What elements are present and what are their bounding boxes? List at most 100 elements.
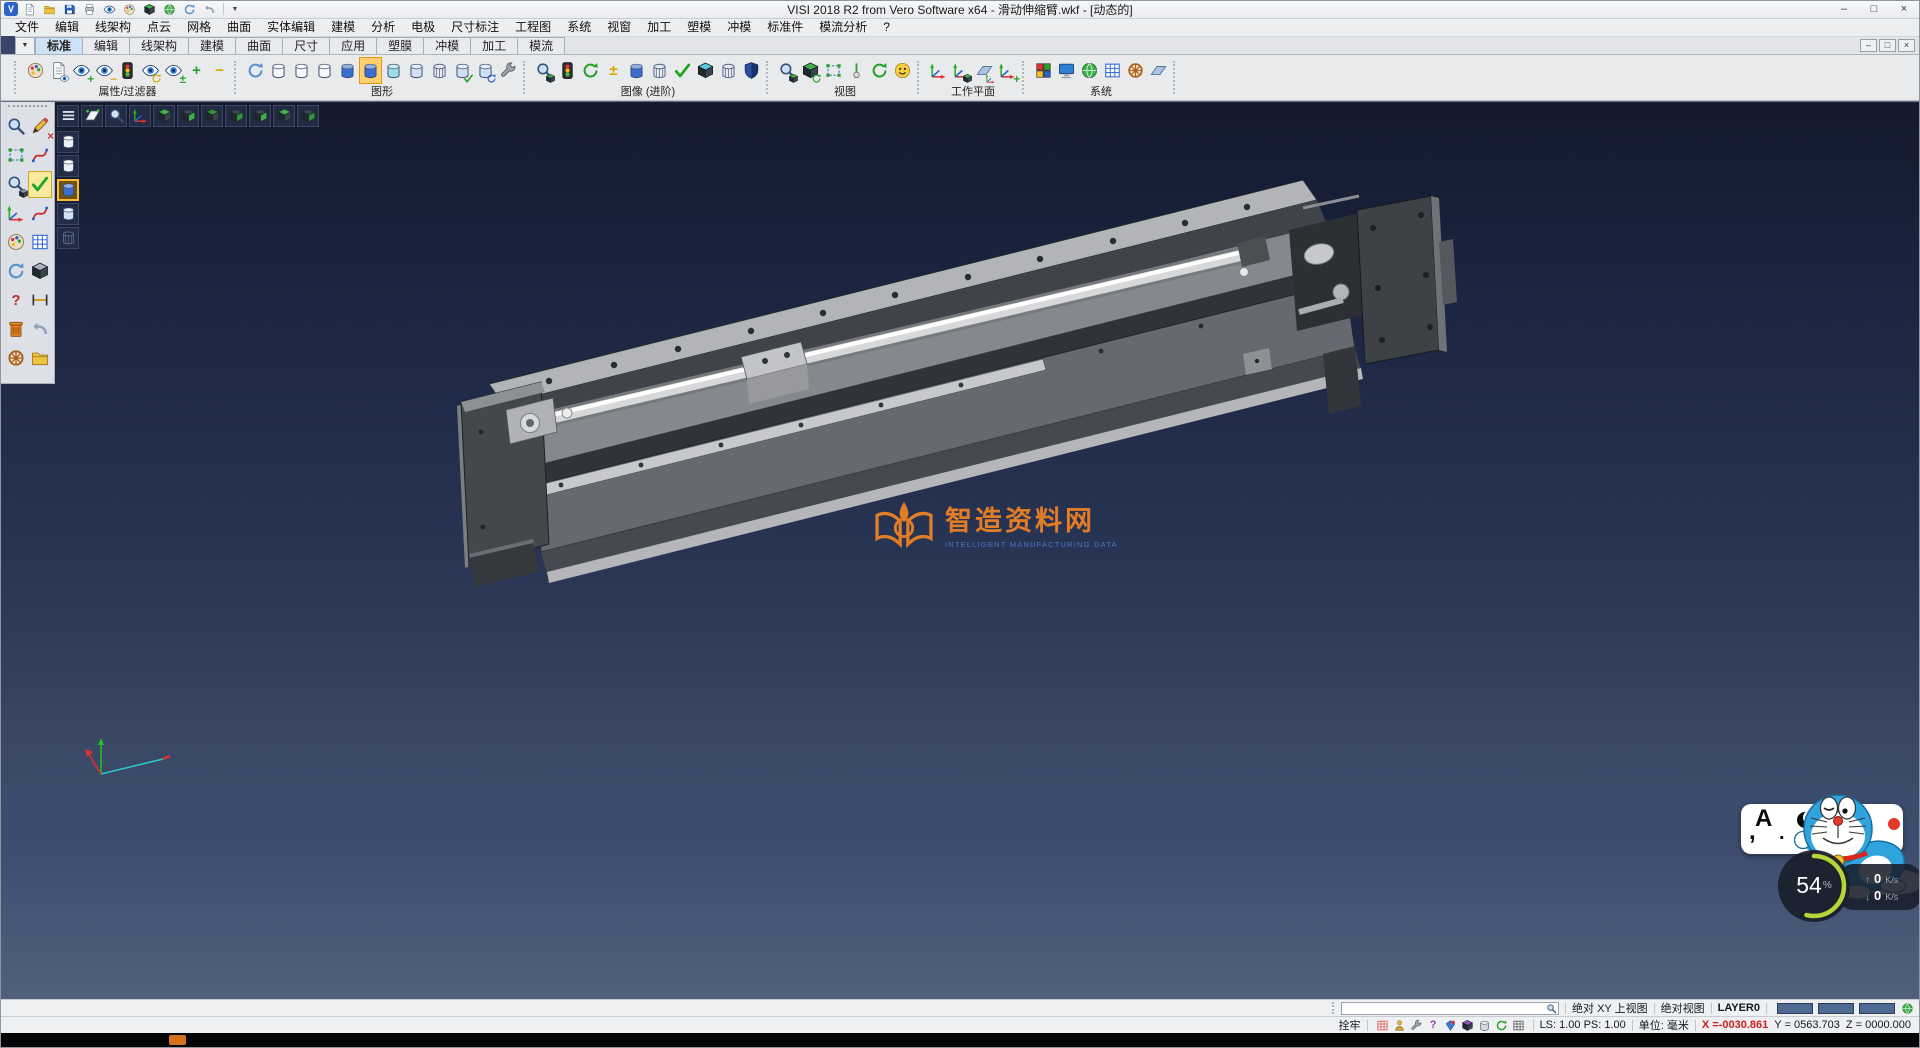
- graphics-settings-button[interactable]: [497, 57, 520, 84]
- transparent-mode-button[interactable]: [382, 57, 405, 84]
- view-front-button[interactable]: [177, 105, 199, 127]
- units-label[interactable]: 单位: 毫米: [1639, 1017, 1689, 1033]
- menu-surface[interactable]: 曲面: [219, 19, 259, 36]
- dock-solid-button[interactable]: [28, 258, 52, 285]
- menu-window[interactable]: 视窗: [599, 19, 639, 36]
- open-file-button[interactable]: [41, 2, 58, 17]
- dashed-mode-button[interactable]: [313, 57, 336, 84]
- dock-sketch-button[interactable]: ×: [28, 113, 52, 140]
- dock-refresh-button[interactable]: [4, 258, 28, 285]
- dock-window-button[interactable]: [28, 229, 52, 256]
- dock-delete-button[interactable]: [4, 316, 28, 343]
- taskbar-app-icon[interactable]: [169, 1035, 186, 1045]
- workplane-plane-button[interactable]: [973, 57, 996, 84]
- gem-snap-button[interactable]: [1442, 1018, 1459, 1033]
- close-button[interactable]: ×: [1889, 2, 1919, 17]
- refresh-view-button[interactable]: [868, 57, 891, 84]
- mdi-close-button[interactable]: ×: [1898, 39, 1915, 52]
- menu-solid-edit[interactable]: 实体编辑: [259, 19, 323, 36]
- workplane-axes-button[interactable]: [927, 57, 950, 84]
- wireframe-mode-button[interactable]: [267, 57, 290, 84]
- verify-shading-button[interactable]: [451, 57, 474, 84]
- minimize-button[interactable]: –: [1829, 2, 1859, 17]
- menu-dimension[interactable]: 尺寸标注: [443, 19, 507, 36]
- ghost-mode-button[interactable]: [405, 57, 428, 84]
- system-plane-button[interactable]: [1147, 57, 1170, 84]
- layer-swatch[interactable]: [1818, 1003, 1854, 1014]
- validate-button[interactable]: [671, 57, 694, 84]
- attributes-button[interactable]: [24, 57, 47, 84]
- render-shaded-button[interactable]: [57, 179, 79, 201]
- render-hidden-button[interactable]: [57, 155, 79, 177]
- menu-flow-analysis[interactable]: 模流分析: [811, 19, 875, 36]
- page-visibility-button[interactable]: [47, 57, 70, 84]
- hide-all-button[interactable]: −: [208, 57, 231, 84]
- view-top-button[interactable]: [153, 105, 175, 127]
- render-ghost-button[interactable]: [57, 203, 79, 225]
- regen-button[interactable]: [244, 57, 267, 84]
- menu-help[interactable]: ?: [875, 19, 898, 36]
- filter-grid-button[interactable]: [1374, 1018, 1391, 1033]
- menu-file[interactable]: 文件: [7, 19, 47, 36]
- globe-button[interactable]: [161, 2, 178, 17]
- tab-application[interactable]: 应用: [330, 37, 377, 54]
- hidden-line-mode-button[interactable]: [290, 57, 313, 84]
- snap-lock-label[interactable]: 拴牢: [1339, 1017, 1361, 1033]
- view-back-button[interactable]: [249, 105, 271, 127]
- update-shading-button[interactable]: [474, 57, 497, 84]
- absolute-view-label[interactable]: 绝对视图: [1661, 1000, 1705, 1016]
- tab-flow[interactable]: 模流: [518, 37, 565, 54]
- menu-pointcloud[interactable]: 点云: [139, 19, 179, 36]
- dock-axes-button[interactable]: [4, 200, 28, 227]
- menu-edit[interactable]: 编辑: [47, 19, 87, 36]
- layer-swatch[interactable]: [1859, 1003, 1895, 1014]
- dock-zoom-solid-button[interactable]: [4, 171, 28, 198]
- menu-machining[interactable]: 加工: [639, 19, 679, 36]
- mdi-restore-button[interactable]: □: [1879, 39, 1896, 52]
- show-add-button[interactable]: +: [70, 57, 93, 84]
- menu-wireframe[interactable]: 线架构: [87, 19, 139, 36]
- dock-pen-button[interactable]: [28, 142, 52, 169]
- tab-machining[interactable]: 加工: [471, 37, 518, 54]
- workplane-new-button[interactable]: +: [996, 57, 1019, 84]
- tab-dropdown-button[interactable]: ▼: [15, 37, 35, 54]
- render-striped-button[interactable]: [648, 57, 671, 84]
- tab-modeling[interactable]: 建模: [189, 37, 236, 54]
- menu-mesh[interactable]: 网格: [179, 19, 219, 36]
- download-progress-badge[interactable]: 54 %: [1778, 850, 1850, 922]
- regen-advanced-button[interactable]: [579, 57, 602, 84]
- menu-standard-parts[interactable]: 标准件: [759, 19, 811, 36]
- render-cube-button[interactable]: [694, 57, 717, 84]
- save-button[interactable]: [61, 2, 78, 17]
- help-status-button[interactable]: ?: [1425, 1018, 1442, 1033]
- solid-button[interactable]: [141, 2, 158, 17]
- pin-view-button[interactable]: [845, 57, 868, 84]
- filter-advanced-button[interactable]: [556, 57, 579, 84]
- menu-analysis[interactable]: 分析: [363, 19, 403, 36]
- menu-mold[interactable]: 塑模: [679, 19, 719, 36]
- search-input[interactable]: [1341, 1002, 1559, 1015]
- system-display-button[interactable]: [1055, 57, 1078, 84]
- view-right-button[interactable]: [225, 105, 247, 127]
- tab-standard[interactable]: 标准: [35, 37, 83, 54]
- palette-button[interactable]: [121, 2, 138, 17]
- dock-select-button[interactable]: [4, 142, 28, 169]
- view-iso2-button[interactable]: [297, 105, 319, 127]
- inspect-button[interactable]: [533, 57, 556, 84]
- filter-button[interactable]: [116, 57, 139, 84]
- dock-navigate-button[interactable]: [4, 345, 28, 372]
- workplane-cube-button[interactable]: [950, 57, 973, 84]
- rotate-view-button[interactable]: [799, 57, 822, 84]
- render-wire-button[interactable]: [717, 57, 740, 84]
- tab-surface[interactable]: 曲面: [236, 37, 283, 54]
- tools-button[interactable]: [1408, 1018, 1425, 1033]
- refresh-visibility-button[interactable]: [139, 57, 162, 84]
- menu-modeling[interactable]: 建模: [323, 19, 363, 36]
- tab-die[interactable]: 冲模: [424, 37, 471, 54]
- box-snap-button[interactable]: [1459, 1018, 1476, 1033]
- view-left-button[interactable]: [201, 105, 223, 127]
- dock-open-button[interactable]: [28, 345, 52, 372]
- layer-swatch[interactable]: [1777, 1003, 1813, 1014]
- tab-dimension[interactable]: 尺寸: [283, 37, 330, 54]
- view-menu-button[interactable]: [57, 105, 79, 127]
